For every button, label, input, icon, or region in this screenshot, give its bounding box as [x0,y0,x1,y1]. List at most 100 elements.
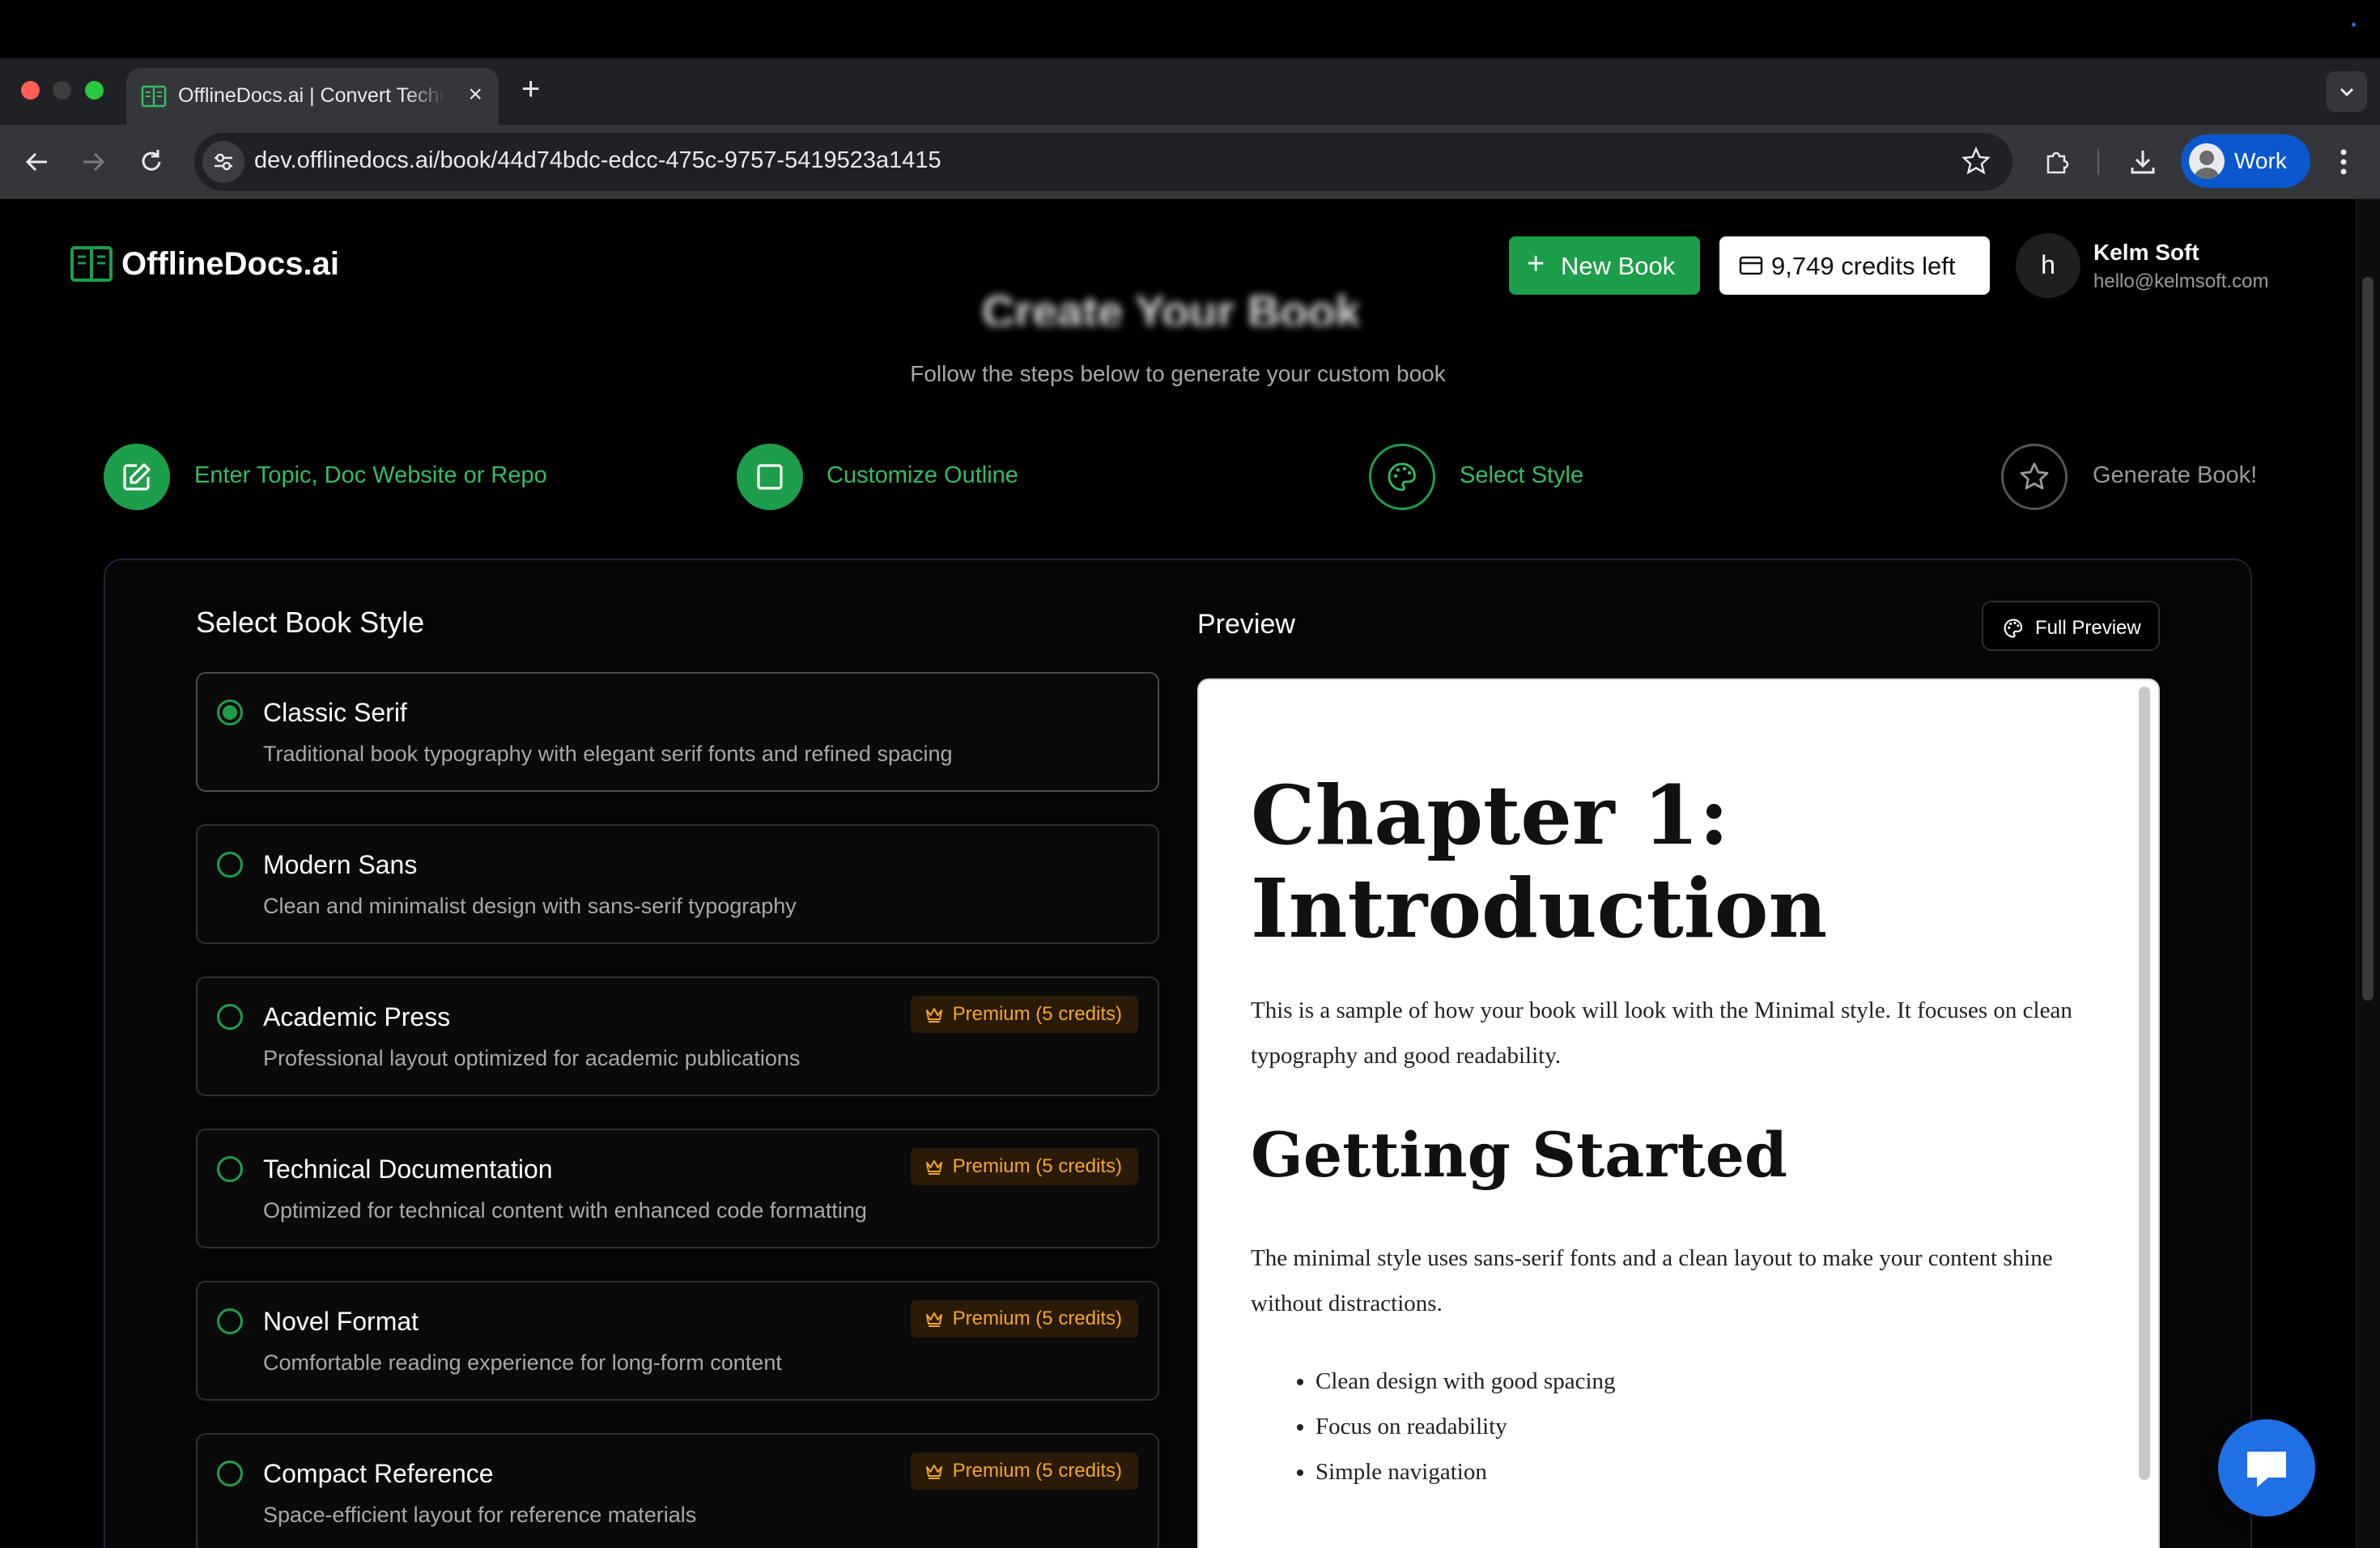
preview-scrollbar-thumb[interactable] [2139,687,2150,1480]
radio-unselected[interactable] [217,1156,243,1182]
new-book-label: New Book [1561,252,1676,280]
intro-paragraph: This is a sample of how your book will l… [1251,997,2072,1069]
chevron-down-icon [2340,87,2354,97]
radio-unselected[interactable] [217,852,243,878]
user-name: Kelm Soft [2093,240,2199,265]
reload-icon[interactable] [136,147,167,177]
step-1-label[interactable]: Enter Topic, Doc Website or Repo [194,462,547,489]
book-logo-icon[interactable] [70,244,113,284]
page-title: Create Your Book [982,286,1361,325]
premium-label: Premium (5 credits) [952,1155,1122,1177]
premium-label: Premium (5 credits) [952,1460,1122,1482]
crown-icon [925,1465,942,1479]
profile-button[interactable]: Work [2181,134,2310,188]
style-option-novel-format[interactable]: Novel Format Comfortable reading experie… [196,1281,1159,1401]
step-4-circle[interactable] [2001,444,2068,510]
full-preview-button[interactable]: Full Preview [1982,601,2160,651]
book-preview-page[interactable]: Chapter 1: Introduction This is a sample… [1197,678,2160,1548]
palette-icon [1388,462,1416,491]
page-scrollbar[interactable] [2356,199,2380,1548]
web-page: OfflineDocs.ai + New Book 9,749 credits … [0,199,2356,1548]
style-option-technical-documentation[interactable]: Technical Documentation Optimized for te… [196,1129,1159,1248]
download-icon[interactable] [2127,147,2158,177]
radio-unselected[interactable] [217,1308,243,1334]
style-description: Comfortable reading experience for long-… [263,1350,782,1375]
forward-arrow-icon[interactable] [79,147,109,177]
edit-square-icon [123,463,151,491]
address-bar[interactable]: dev.offlinedocs.ai/book/44d74bdc-edcc-47… [194,133,2012,191]
crown-icon [925,1312,942,1327]
premium-badge: Premium (5 credits) [910,1148,1138,1185]
brand-logo-text[interactable]: OfflineDocs.ai [121,246,339,283]
back-arrow-icon[interactable] [21,147,52,177]
bullet-list: Clean design with good spacing Focus on … [1251,1359,2109,1495]
window-minimize-button[interactable] [53,81,71,100]
step-3-circle[interactable] [1369,444,1435,510]
chat-bubble-icon [2247,1452,2286,1487]
style-name: Novel Format [263,1307,419,1336]
premium-label: Premium (5 credits) [952,1003,1122,1025]
preview-heading: Preview [1197,609,1295,640]
style-name: Classic Serif [263,698,407,727]
style-name: Modern Sans [263,850,418,879]
chapter-heading: Chapter 1: Introduction [1251,768,1828,956]
step-4-label[interactable]: Generate Book! [2093,462,2257,489]
section-heading: Getting Started [1251,1119,1788,1191]
profile-avatar [2189,143,2225,179]
status-dot [2352,23,2356,27]
window-zoom-button[interactable] [85,81,104,100]
list-item: Focus on readability [1315,1404,2109,1449]
style-option-academic-press[interactable]: Academic Press Professional layout optim… [196,976,1159,1096]
style-option-compact-reference[interactable]: Compact Reference Space-efficient layout… [196,1433,1159,1548]
chat-support-button[interactable] [2218,1419,2315,1516]
radio-unselected[interactable] [217,1004,243,1030]
book-favicon-icon [141,85,167,108]
step-1-circle[interactable] [104,444,170,510]
select-style-heading: Select Book Style [196,606,425,639]
style-option-classic-serif[interactable]: Classic Serif Traditional book typograph… [196,672,1159,792]
star-icon [2020,462,2049,490]
style-description: Space-efficient layout for reference mat… [263,1503,697,1527]
style-description: Optimized for technical content with enh… [263,1198,867,1223]
premium-badge: Premium (5 credits) [910,996,1138,1033]
radio-unselected[interactable] [217,1461,243,1486]
crown-icon [925,1160,942,1175]
section-paragraph: The minimal style uses sans-serif fonts … [1251,1245,2053,1316]
site-info-button[interactable] [202,141,244,183]
style-option-modern-sans[interactable]: Modern Sans Clean and minimalist design … [196,824,1159,944]
premium-label: Premium (5 credits) [952,1308,1122,1329]
credits-button[interactable]: 9,749 credits left [1719,236,1990,295]
toolbar-divider [2097,149,2099,175]
window-close-button[interactable] [21,81,40,100]
tab-search-button[interactable] [2327,71,2367,112]
browser-tab-active[interactable]: OfflineDocs.ai | Convert Technical Docs … [126,68,499,125]
browser-menu-icon[interactable] [2331,146,2356,178]
premium-badge: Premium (5 credits) [910,1300,1138,1337]
new-book-button[interactable]: + New Book [1509,236,1700,295]
style-name: Compact Reference [263,1459,494,1488]
step-3-label[interactable]: Select Style [1460,462,1583,489]
radio-selected[interactable] [217,700,243,725]
credits-label: 9,749 credits left [1771,252,1956,280]
style-name: Technical Documentation [263,1155,553,1184]
user-email: hello@kelmsoft.com [2093,270,2269,292]
list-item: Simple navigation [1315,1449,2109,1495]
page-scrollbar-thumb[interactable] [2362,277,2374,1001]
style-description: Traditional book typography with elegant… [263,742,953,766]
step-2-circle[interactable] [737,444,803,510]
url-text: dev.offlinedocs.ai/book/44d74bdc-edcc-47… [254,147,941,173]
new-tab-button[interactable]: + [521,73,540,105]
extensions-puzzle-icon[interactable] [2042,147,2072,177]
style-description: Professional layout optimized for academ… [263,1046,801,1070]
tune-icon [215,153,232,171]
tab-close-icon[interactable]: × [468,83,482,107]
profile-label: Work [2234,148,2287,173]
style-description: Clean and minimalist design with sans-se… [263,894,797,918]
style-name: Academic Press [263,1002,451,1031]
user-avatar[interactable]: h [2016,233,2080,298]
step-2-label[interactable]: Customize Outline [827,462,1018,489]
page-subtitle: Follow the steps below to generate your … [910,361,1446,386]
bookmark-star-icon[interactable] [1961,146,1991,176]
square-icon [757,464,783,490]
tab-title: OfflineDocs.ai | Convert Technical Docs [178,84,445,107]
